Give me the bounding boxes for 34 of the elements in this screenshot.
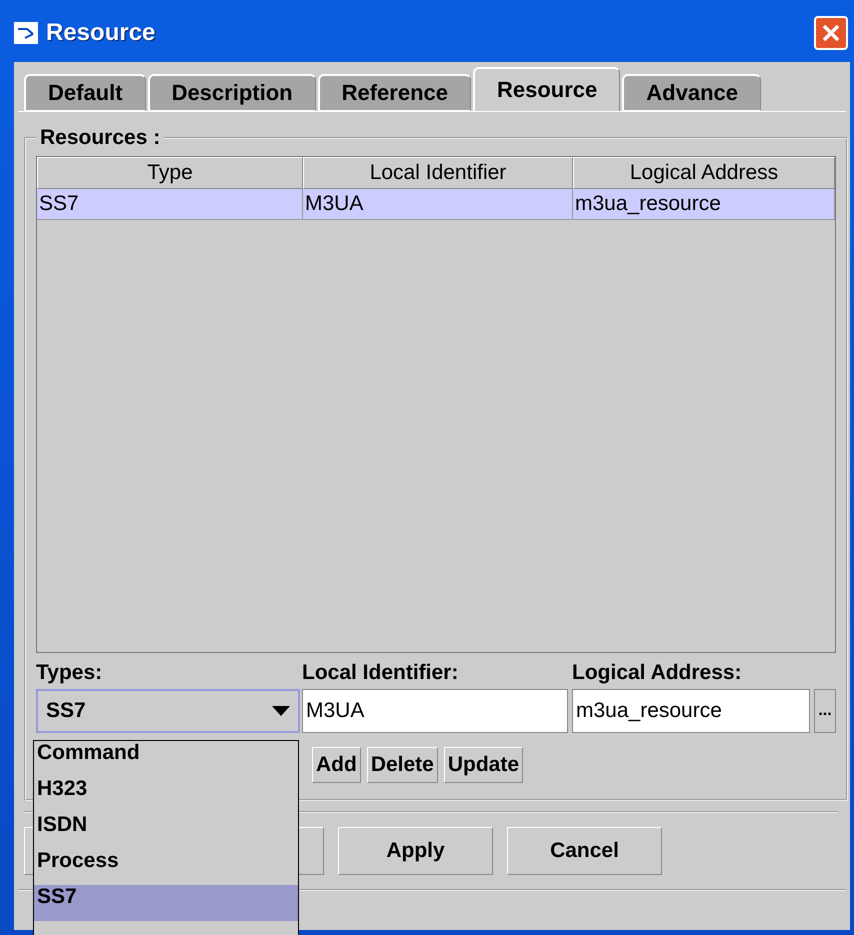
field-label: Local Identifier: <box>302 661 460 686</box>
action-button[interactable]: Delete <box>366 747 438 783</box>
type-dropdown[interactable]: SS7 <box>36 689 300 733</box>
column-header[interactable]: Type <box>37 157 303 189</box>
table-cell[interactable]: m3ua_resource <box>573 189 835 220</box>
dropdown-item[interactable]: SS7 <box>34 885 298 921</box>
window-icon <box>14 22 38 44</box>
input-field[interactable]: M3UA <box>302 689 568 733</box>
action-button[interactable]: Add <box>312 747 361 783</box>
input-field[interactable]: m3ua_resource <box>572 689 810 733</box>
tab[interactable]: Reference <box>318 74 471 111</box>
column-header[interactable]: Logical Address <box>573 157 835 189</box>
dropdown-item[interactable]: H323 <box>34 777 298 813</box>
dialog-button[interactable]: Apply <box>338 827 493 875</box>
group-title: Resources : <box>39 126 162 150</box>
field-label: Types: <box>36 661 104 686</box>
table-cell[interactable]: M3UA <box>303 189 573 220</box>
column-header[interactable]: Local Identifier <box>303 157 573 189</box>
tab[interactable]: Advance <box>622 74 761 111</box>
dropdown-item[interactable]: Command <box>34 741 298 777</box>
dialog-button[interactable]: Cancel <box>507 827 662 875</box>
field-label: Logical Address: <box>572 661 743 686</box>
close-icon <box>822 24 840 42</box>
dropdown-item[interactable]: ISDN <box>34 813 298 849</box>
tab[interactable]: Default <box>24 74 146 111</box>
table-cell[interactable]: SS7 <box>37 189 303 220</box>
browse-button[interactable]: ... <box>814 689 836 733</box>
dropdown-item[interactable]: Process <box>34 849 298 885</box>
tab[interactable]: Resource <box>472 67 620 111</box>
tab[interactable]: Description <box>148 74 316 111</box>
caret-icon <box>272 706 290 716</box>
action-button[interactable]: Update <box>444 747 524 783</box>
window-title: Resource <box>46 19 156 47</box>
close-button[interactable] <box>814 16 848 50</box>
